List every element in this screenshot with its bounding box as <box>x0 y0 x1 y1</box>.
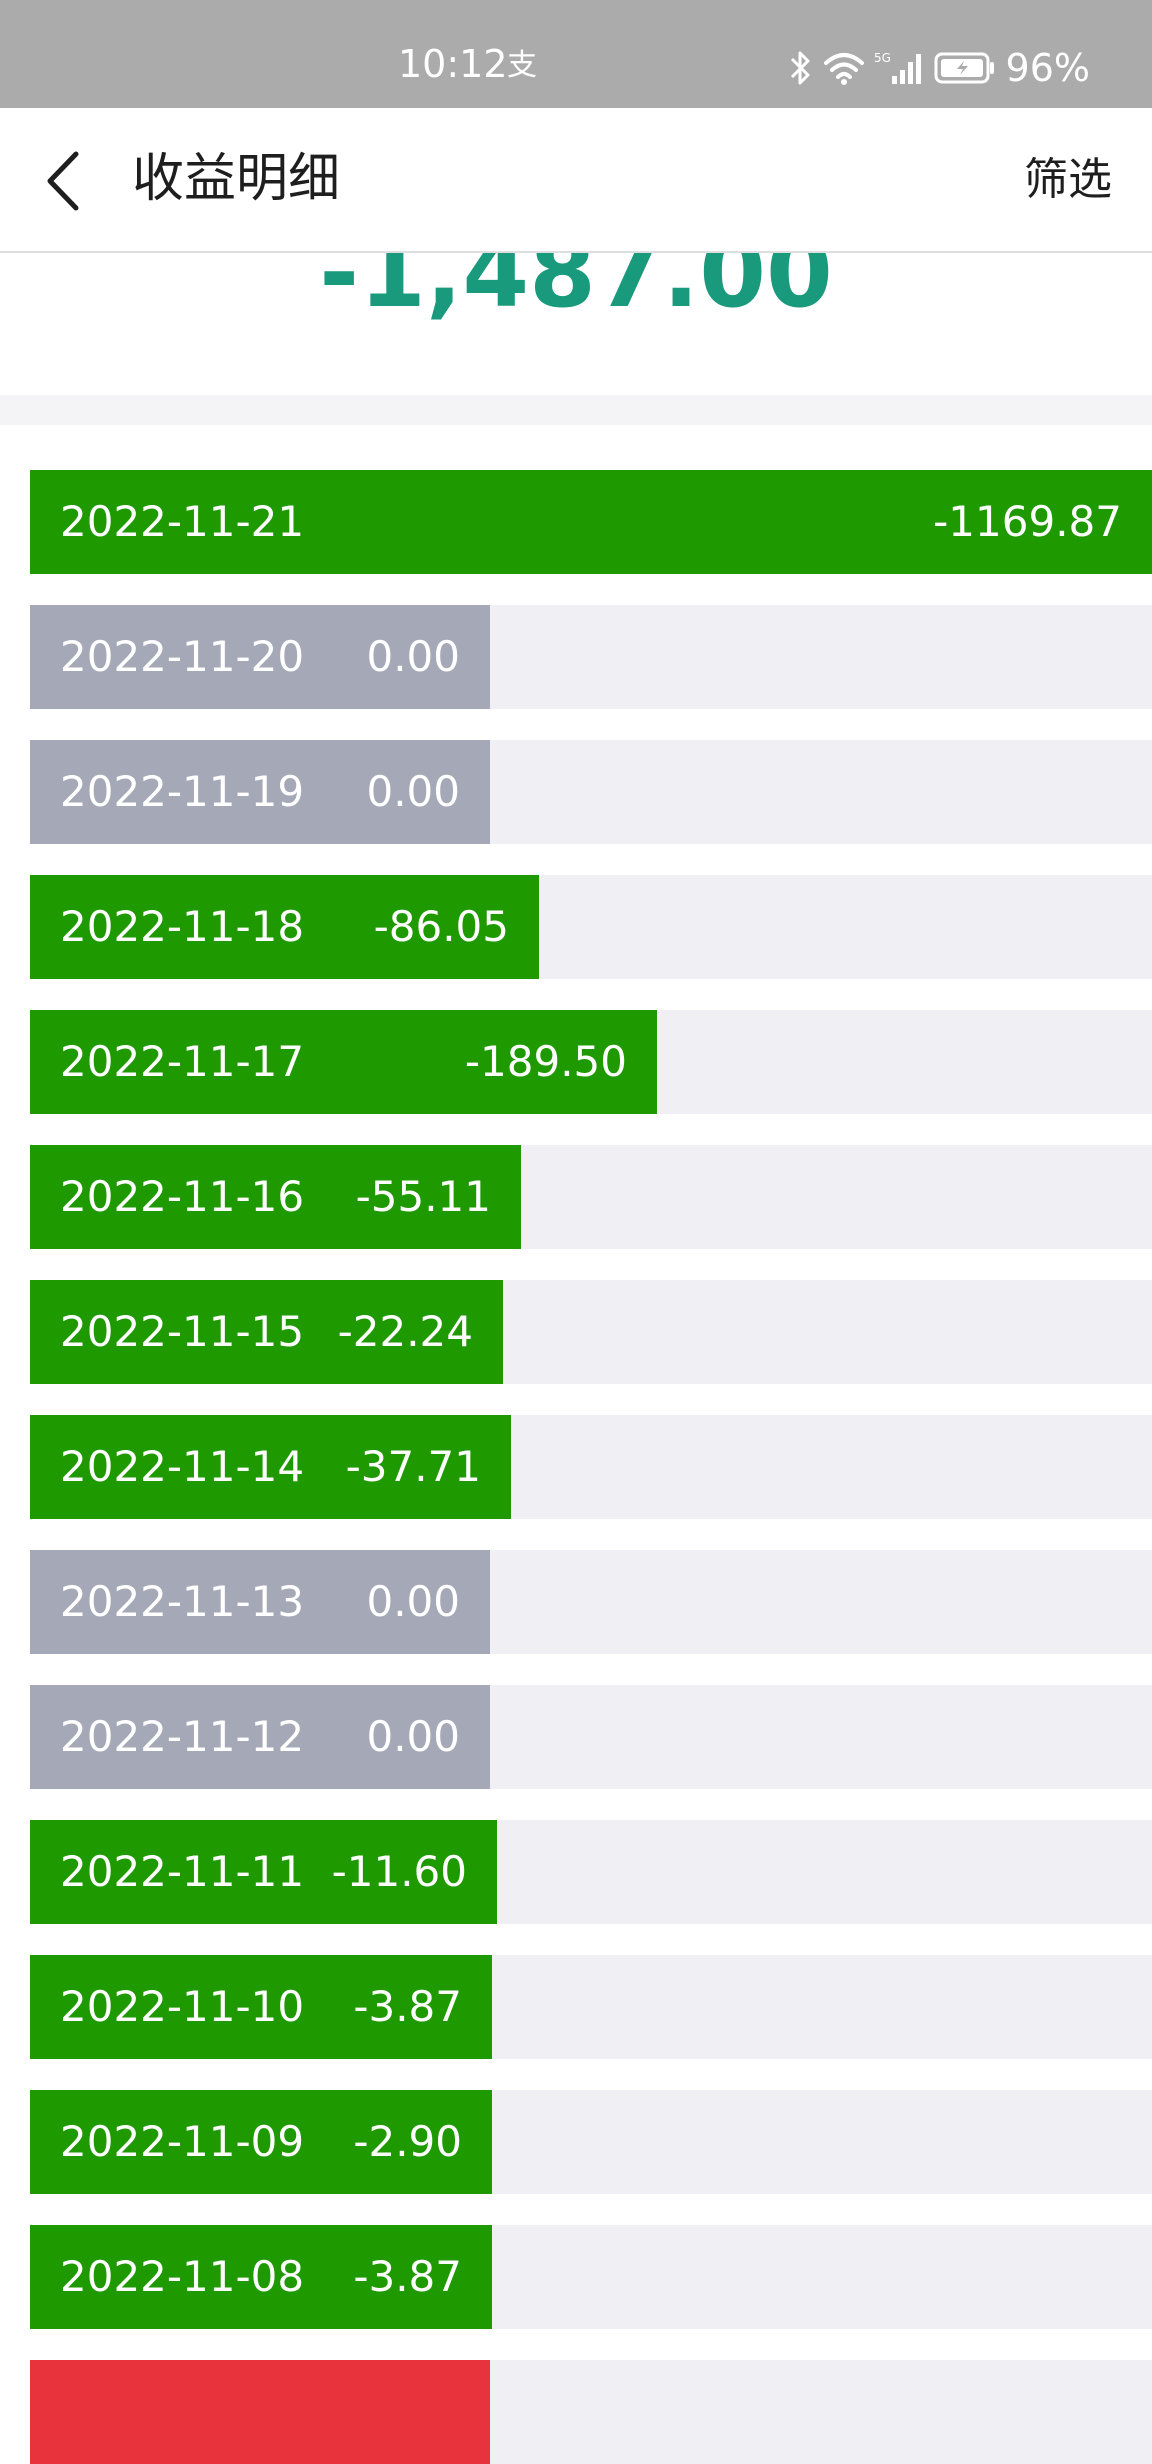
wifi-icon <box>823 53 864 85</box>
row-date: 2022-11-10 <box>60 1982 305 2031</box>
row-date: 2022-11-16 <box>60 1172 305 1221</box>
row-amount: -2.90 <box>353 2117 462 2166</box>
filter-button[interactable]: 筛选 <box>1024 152 1112 208</box>
page-title: 收益明细 <box>132 149 341 209</box>
row-amount: -1169.87 <box>933 497 1122 546</box>
status-indicators: 5G 96% <box>788 44 1090 92</box>
bluetooth-icon <box>790 51 810 85</box>
row-amount: -86.05 <box>373 902 509 951</box>
status-time: 10:12 <box>398 42 508 86</box>
row-amount: -189.50 <box>464 1037 627 1086</box>
svg-text:5G: 5G <box>874 51 891 65</box>
summary-panel: -1,487.00 <box>0 253 1152 395</box>
row-date: 2022-11-20 <box>60 632 305 681</box>
section-divider <box>0 395 1152 425</box>
earnings-row[interactable]: 2022-11-09 -2.90 <box>30 2090 1152 2194</box>
earnings-row[interactable]: 2022-11-19 0.00 <box>30 740 1152 844</box>
earnings-row[interactable]: 2022-11-11 -11.60 <box>30 1820 1152 1924</box>
row-date: 2022-11-11 <box>60 1847 305 1896</box>
row-date: 2022-11-19 <box>60 767 305 816</box>
row-amount: 0.00 <box>366 767 460 816</box>
row-date: 2022-11-17 <box>60 1037 305 1086</box>
battery-percent: 96% <box>1005 46 1090 90</box>
back-icon[interactable] <box>44 150 84 212</box>
row-amount: -22.24 <box>337 1307 473 1356</box>
row-date: 2022-11-12 <box>60 1712 305 1761</box>
row-date: 2022-11-15 <box>60 1307 305 1356</box>
earnings-row[interactable]: 2022-11-21 -1169.87 <box>30 470 1152 574</box>
row-amount: -37.71 <box>345 1442 481 1491</box>
earnings-row[interactable]: 2022-11-18 -86.05 <box>30 875 1152 979</box>
earnings-row[interactable]: 2022-11-08 -3.87 <box>30 2225 1152 2329</box>
status-bar: 10:12 支 5G 96% <box>0 0 1152 108</box>
row-amount: -3.87 <box>353 1982 462 2031</box>
alipay-notification-icon: 支 <box>507 48 537 83</box>
earnings-row[interactable]: 2022-11-14 -37.71 <box>30 1415 1152 1519</box>
row-amount: -3.87 <box>353 2252 462 2301</box>
row-date: 2022-11-21 <box>60 497 305 546</box>
app-header: 收益明细 筛选 <box>0 108 1152 253</box>
row-date: 2022-11-18 <box>60 902 305 951</box>
row-date: 2022-11-09 <box>60 2117 305 2166</box>
5g-signal-icon: 5G <box>874 51 921 84</box>
earnings-row[interactable]: 2022-11-13 0.00 <box>30 1550 1152 1654</box>
row-amount: 0.00 <box>366 1577 460 1626</box>
row-date: 2022-11-13 <box>60 1577 305 1626</box>
earnings-row[interactable]: 2022-11-16 -55.11 <box>30 1145 1152 1249</box>
earnings-row[interactable]: 2022-11-17 -189.50 <box>30 1010 1152 1114</box>
earnings-row[interactable]: 2022-11-12 0.00 <box>30 1685 1152 1789</box>
daily-earnings-list: 2022-11-21 -1169.87 2022-11-20 0.00 2022-11-… <box>0 425 1152 2464</box>
row-amount: 0.00 <box>366 1712 460 1761</box>
row-amount: -11.60 <box>331 1847 467 1896</box>
battery-charging-icon <box>934 52 994 84</box>
row-amount: 0.00 <box>366 632 460 681</box>
row-amount: -55.11 <box>355 1172 491 1221</box>
earnings-row[interactable]: 2022-11-15 -22.24 <box>30 1280 1152 1384</box>
earnings-row[interactable]: 2022-11-20 0.00 <box>30 605 1152 709</box>
row-date: 2022-11-14 <box>60 1442 305 1491</box>
total-earnings-amount: -1,487.00 <box>319 253 833 329</box>
row-date: 2022-11-08 <box>60 2252 305 2301</box>
earnings-row[interactable]: 2022-11-10 -3.87 <box>30 1955 1152 2059</box>
